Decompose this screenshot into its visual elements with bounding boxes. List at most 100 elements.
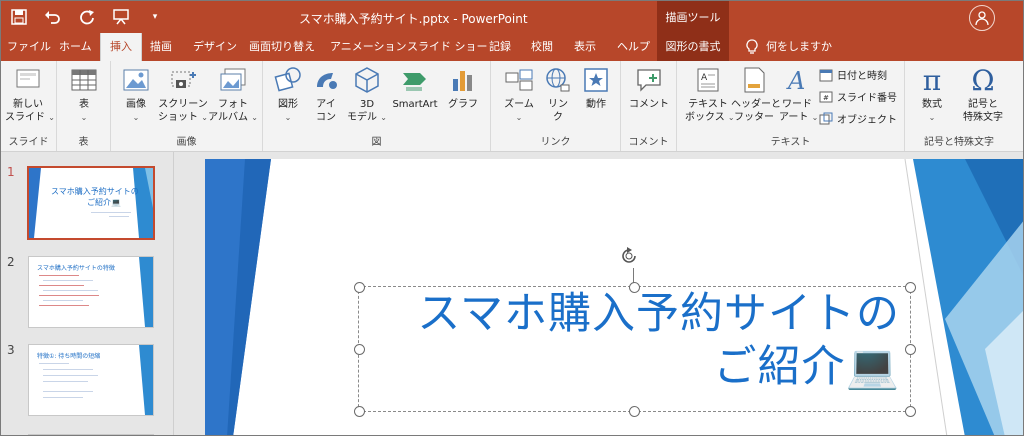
resize-handle-left[interactable]: [354, 344, 365, 355]
omega-icon: Ω: [971, 64, 995, 97]
picture-icon: [123, 69, 149, 91]
group-illustrations: 図形 ⌄ アイ コン 3D モデル ⌄ SmartArt グラフ 図: [263, 61, 491, 151]
resize-handle-top-right[interactable]: [905, 282, 916, 293]
header-footer-icon: [744, 67, 765, 93]
tab-shape-format[interactable]: 図形の書式: [657, 33, 729, 61]
tab-help[interactable]: ヘルプ: [617, 33, 650, 61]
action-button[interactable]: 動作: [579, 65, 613, 111]
slide-number-3: 3: [7, 343, 15, 357]
resize-handle-bottom-right[interactable]: [905, 406, 916, 417]
group-label-text: テキスト: [770, 137, 811, 148]
date-time-button[interactable]: 日付と時刻: [819, 67, 887, 82]
new-slide-button[interactable]: 新しい スライド ⌄: [5, 65, 55, 124]
slide-thumbnail-3[interactable]: 特徴①: 待ち時間の短縮: [28, 344, 154, 416]
drawing-tools-label: 描画ツール: [657, 1, 729, 33]
svg-text:#: #: [823, 94, 829, 102]
svg-text:A: A: [701, 73, 708, 83]
svg-text:A: A: [786, 67, 805, 95]
group-label-table: 表: [78, 137, 89, 148]
quick-access-toolbar: ▾: [9, 7, 165, 27]
slide-title-line1: スマホ購入予約サイトの: [417, 289, 900, 339]
customize-qat-icon[interactable]: ▾: [145, 7, 165, 27]
group-label-links: リンク: [540, 137, 571, 148]
3d-models-button[interactable]: 3D モデル ⌄: [345, 65, 389, 124]
resize-handle-bottom-left[interactable]: [354, 406, 365, 417]
table-button[interactable]: 表 ⌄: [67, 65, 101, 124]
new-slide-icon: [16, 69, 40, 88]
ribbon-tabs: ファイル ホーム 挿入 描画 デザイン 画面切り替え アニメーション スライド …: [1, 33, 1023, 62]
symbol-button[interactable]: Ω 記号と 特殊文字: [959, 65, 1007, 124]
rotate-handle-icon[interactable]: [618, 245, 640, 267]
tab-design[interactable]: デザイン: [193, 33, 237, 61]
group-label-symbols: 記号と特殊文字: [924, 137, 994, 148]
resize-handle-right[interactable]: [905, 344, 916, 355]
title-bar: ▾ スマホ購入予約サイト.pptx - PowerPoint 描画ツール: [1, 1, 1023, 33]
group-text: A テキスト ボックス ⌄ ヘッダーと フッター A ワード アート ⌄ 日付と…: [677, 61, 905, 151]
tab-file[interactable]: ファイル: [7, 33, 51, 61]
slide-title-text[interactable]: スマホ購入予約サイトの ご紹介💻: [370, 288, 900, 394]
tell-me-search[interactable]: 何をしますか: [746, 33, 832, 61]
tab-transitions[interactable]: 画面切り替え: [249, 33, 315, 61]
smartart-icon: [403, 73, 426, 91]
tab-record[interactable]: 記録: [489, 33, 511, 61]
user-avatar-icon[interactable]: [969, 5, 995, 31]
slide-thumbnail-2[interactable]: スマホ購入予約サイトの特徴: [28, 256, 154, 328]
comment-button[interactable]: コメント: [629, 65, 669, 111]
photo-album-button[interactable]: フォト アルバム ⌄: [207, 65, 259, 124]
slide-number-2: 2: [7, 255, 15, 269]
textbox-button[interactable]: A テキスト ボックス ⌄: [685, 65, 735, 124]
screenshot-button[interactable]: スクリーン ショット ⌄: [157, 65, 209, 124]
tab-insert[interactable]: 挿入: [100, 33, 142, 62]
header-footer-button[interactable]: ヘッダーと フッター: [731, 65, 781, 124]
tab-draw[interactable]: 描画: [150, 33, 172, 61]
pi-icon: π: [922, 64, 942, 97]
group-table: 表 ⌄ 表: [57, 61, 111, 151]
tab-animations[interactable]: アニメーション: [330, 33, 407, 61]
resize-handle-top-left[interactable]: [354, 282, 365, 293]
zoom-button[interactable]: ズーム ⌄: [499, 65, 539, 124]
tell-me-label: 何をしますか: [766, 40, 832, 53]
tab-review[interactable]: 校閲: [531, 33, 553, 61]
wordart-button[interactable]: A ワード アート ⌄: [779, 65, 818, 124]
picture-button[interactable]: 画像 ⌄: [119, 65, 153, 124]
slide-number-button[interactable]: # スライド番号: [819, 89, 897, 104]
chart-button[interactable]: グラフ: [445, 65, 481, 111]
tab-slideshow[interactable]: スライド ショー: [407, 33, 488, 61]
slide-editing-area: スマホ購入予約サイトの ご紹介💻: [174, 152, 1023, 435]
slide-number-icon: #: [819, 91, 833, 102]
smartart-button[interactable]: SmartArt: [387, 65, 443, 111]
photo-album-icon: [220, 68, 246, 91]
shapes-icon: [274, 67, 301, 92]
wordart-icon: A: [786, 67, 805, 95]
group-slides: 新しい スライド ⌄ スライド: [1, 61, 57, 151]
zoom-icon: [505, 69, 533, 91]
resize-handle-bottom[interactable]: [629, 406, 640, 417]
link-button[interactable]: リン ク: [541, 65, 575, 124]
present-from-start-icon[interactable]: [111, 7, 131, 27]
table-icon: [71, 69, 97, 91]
equation-button[interactable]: π 数式 ⌄: [915, 65, 949, 124]
screenshot-icon: [171, 71, 196, 88]
icons-button[interactable]: アイ コン: [309, 65, 343, 124]
slide-number-1: 1: [7, 165, 15, 179]
group-links: ズーム ⌄ リン ク 動作 リンク: [491, 61, 621, 151]
chart-icon: [453, 71, 472, 91]
slide-canvas[interactable]: スマホ購入予約サイトの ご紹介💻: [205, 159, 1023, 435]
object-button[interactable]: オブジェクト: [819, 111, 897, 126]
icons-icon: [317, 73, 337, 89]
save-icon[interactable]: [9, 7, 29, 27]
slide-thumbnail-1[interactable]: スマホ購入予約サイトの ご紹介💻: [27, 166, 155, 240]
slide-thumbnails-pane: 1 スマホ購入予約サイトの ご紹介💻 2 スマホ購入予約サイトの特徴 3 特徴①…: [1, 152, 174, 435]
powerpoint-window: ▾ スマホ購入予約サイト.pptx - PowerPoint 描画ツール ファイ…: [0, 0, 1024, 436]
tab-view[interactable]: 表示: [574, 33, 596, 61]
comment-icon: [637, 69, 661, 92]
redo-icon[interactable]: [77, 7, 97, 27]
shapes-button[interactable]: 図形 ⌄: [271, 65, 305, 124]
calendar-icon: [819, 69, 833, 81]
group-label-slides: スライド: [8, 137, 49, 148]
undo-icon[interactable]: [43, 7, 63, 27]
tab-home[interactable]: ホーム: [59, 33, 92, 61]
group-label-comments: コメント: [628, 137, 669, 148]
textbox-icon: A: [697, 68, 719, 92]
document-title: スマホ購入予約サイト.pptx - PowerPoint: [299, 12, 528, 26]
